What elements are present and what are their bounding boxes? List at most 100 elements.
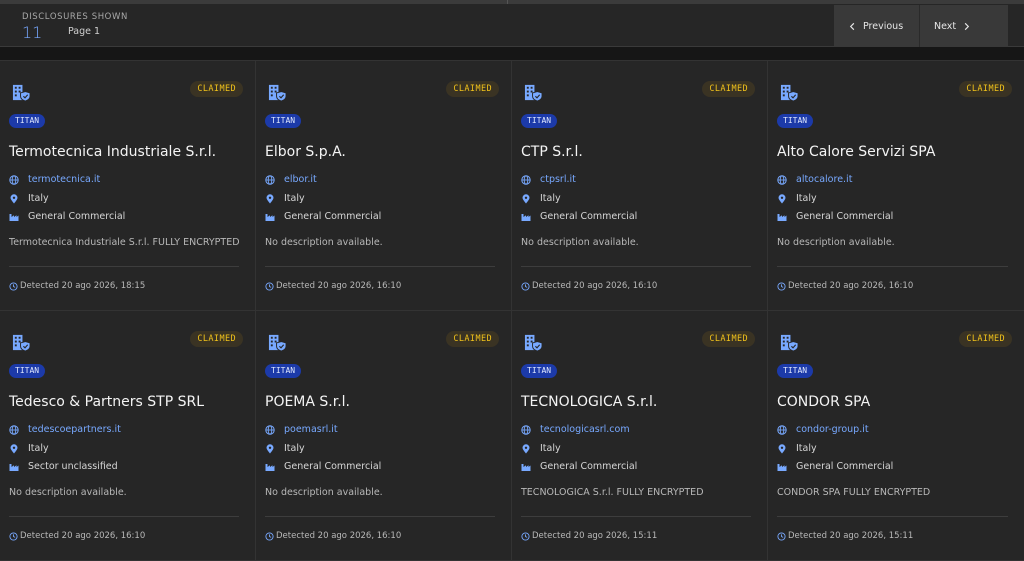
- detected-row: Detected 20 ago 2026, 16:10: [521, 281, 657, 291]
- sector-label: Sector unclassified: [28, 461, 118, 472]
- divider: [507, 0, 508, 4]
- chevron-right-icon: [964, 22, 970, 30]
- divider: [9, 266, 239, 267]
- website-row: elbor.it: [265, 174, 317, 185]
- group-tag[interactable]: TITAN: [9, 114, 46, 128]
- previous-label: Previous: [863, 20, 904, 32]
- sector-row: General Commercial: [777, 211, 893, 222]
- disclosure-card[interactable]: CLAIMED TITAN Termotecnica Industriale S…: [0, 61, 256, 311]
- detected-timestamp: Detected 20 ago 2026, 16:10: [788, 281, 914, 291]
- clock-icon: [9, 531, 18, 541]
- globe-icon: [521, 424, 531, 435]
- clock-icon: [521, 281, 530, 291]
- website-link[interactable]: ctpsrl.it: [540, 174, 576, 185]
- disclosure-card[interactable]: CLAIMED TITAN CONDOR SPA condor-group.it…: [768, 311, 1024, 561]
- location-pin-icon: [266, 443, 274, 453]
- disclosure-card[interactable]: CLAIMED TITAN Alto Calore Servizi SPA al…: [768, 61, 1024, 311]
- clock-icon: [777, 281, 786, 291]
- country-label: Italy: [796, 443, 817, 454]
- sector-row: General Commercial: [521, 211, 637, 222]
- building-shield-icon: [524, 334, 543, 352]
- sector-label: General Commercial: [28, 211, 126, 222]
- location-pin-icon: [10, 193, 18, 203]
- status-badge: CLAIMED: [702, 331, 755, 347]
- building-shield-icon: [12, 84, 31, 102]
- website-row: poemasrl.it: [265, 424, 338, 435]
- detected-row: Detected 20 ago 2026, 16:10: [265, 531, 401, 541]
- divider: [777, 516, 1008, 517]
- website-link[interactable]: tecnologicasrl.com: [540, 424, 630, 435]
- disclosures-label: DISCLOSURES SHOWN: [22, 12, 128, 22]
- status-badge: CLAIMED: [190, 81, 243, 97]
- company-name: TECNOLOGICA S.r.l.: [521, 394, 658, 410]
- disclosure-card[interactable]: CLAIMED TITAN Elbor S.p.A. elbor.it Ital…: [256, 61, 512, 311]
- website-link[interactable]: tedescoepartners.it: [28, 424, 121, 435]
- group-tag[interactable]: TITAN: [265, 364, 302, 378]
- divider: [265, 516, 495, 517]
- website-link[interactable]: termotecnica.it: [28, 174, 100, 185]
- status-badge: CLAIMED: [190, 331, 243, 347]
- next-button[interactable]: Next: [920, 5, 1008, 47]
- group-tag[interactable]: TITAN: [521, 114, 558, 128]
- country-label: Italy: [796, 193, 817, 204]
- divider: [265, 266, 495, 267]
- divider: [777, 266, 1008, 267]
- description: CONDOR SPA FULLY ENCRYPTED: [777, 487, 931, 498]
- group-tag[interactable]: TITAN: [265, 114, 302, 128]
- company-name: Tedesco & Partners STP SRL: [9, 394, 205, 410]
- disclosure-card[interactable]: CLAIMED TITAN Tedesco & Partners STP SRL…: [0, 311, 256, 561]
- factory-icon: [521, 463, 531, 471]
- website-link[interactable]: altocalore.it: [796, 174, 852, 185]
- group-tag[interactable]: TITAN: [777, 114, 814, 128]
- sector-row: General Commercial: [9, 211, 125, 222]
- divider: [521, 266, 751, 267]
- factory-icon: [777, 463, 787, 471]
- pagination: Previous Next: [834, 5, 1008, 47]
- disclosure-card[interactable]: CLAIMED TITAN CTP S.r.l. ctpsrl.it Italy…: [512, 61, 768, 311]
- disclosure-grid: CLAIMED TITAN Termotecnica Industriale S…: [0, 60, 1024, 561]
- factory-icon: [265, 213, 275, 221]
- country-label: Italy: [540, 443, 561, 454]
- globe-icon: [777, 424, 787, 435]
- website-link[interactable]: poemasrl.it: [284, 424, 338, 435]
- sector-label: General Commercial: [540, 211, 638, 222]
- divider: [9, 516, 239, 517]
- detected-row: Detected 20 ago 2026, 15:11: [521, 531, 657, 541]
- status-badge: CLAIMED: [702, 81, 755, 97]
- group-tag[interactable]: TITAN: [9, 364, 46, 378]
- location-pin-icon: [10, 443, 18, 453]
- website-link[interactable]: elbor.it: [284, 174, 317, 185]
- location-pin-icon: [778, 193, 786, 203]
- country-label: Italy: [28, 443, 49, 454]
- building-shield-icon: [12, 334, 31, 352]
- previous-button[interactable]: Previous: [834, 5, 920, 47]
- website-row: ctpsrl.it: [521, 174, 576, 185]
- company-name: Termotecnica Industriale S.r.l.: [9, 144, 217, 160]
- country-row: Italy: [265, 443, 305, 454]
- factory-icon: [265, 463, 275, 471]
- detected-timestamp: Detected 20 ago 2026, 16:10: [20, 531, 146, 541]
- website-row: altocalore.it: [777, 174, 852, 185]
- company-name: CTP S.r.l.: [521, 144, 583, 160]
- building-shield-icon: [268, 334, 287, 352]
- sector-row: General Commercial: [265, 211, 381, 222]
- website-link[interactable]: condor-group.it: [796, 424, 869, 435]
- website-row: tecnologicasrl.com: [521, 424, 630, 435]
- globe-icon: [9, 174, 19, 185]
- detected-timestamp: Detected 20 ago 2026, 15:11: [788, 531, 914, 541]
- sector-label: General Commercial: [284, 211, 382, 222]
- detected-row: Detected 20 ago 2026, 18:15: [9, 281, 145, 291]
- disclosure-card[interactable]: CLAIMED TITAN POEMA S.r.l. poemasrl.it I…: [256, 311, 512, 561]
- building-shield-icon: [780, 334, 799, 352]
- detected-timestamp: Detected 20 ago 2026, 16:10: [276, 531, 402, 541]
- disclosures-count: 11: [22, 23, 43, 42]
- status-badge: CLAIMED: [446, 331, 499, 347]
- disclosure-card[interactable]: CLAIMED TITAN TECNOLOGICA S.r.l. tecnolo…: [512, 311, 768, 561]
- location-pin-icon: [266, 193, 274, 203]
- country-label: Italy: [284, 443, 305, 454]
- group-tag[interactable]: TITAN: [521, 364, 558, 378]
- group-tag[interactable]: TITAN: [777, 364, 814, 378]
- description: No description available.: [9, 487, 127, 498]
- sector-row: General Commercial: [265, 461, 381, 472]
- description: TECNOLOGICA S.r.l. FULLY ENCRYPTED: [521, 487, 704, 498]
